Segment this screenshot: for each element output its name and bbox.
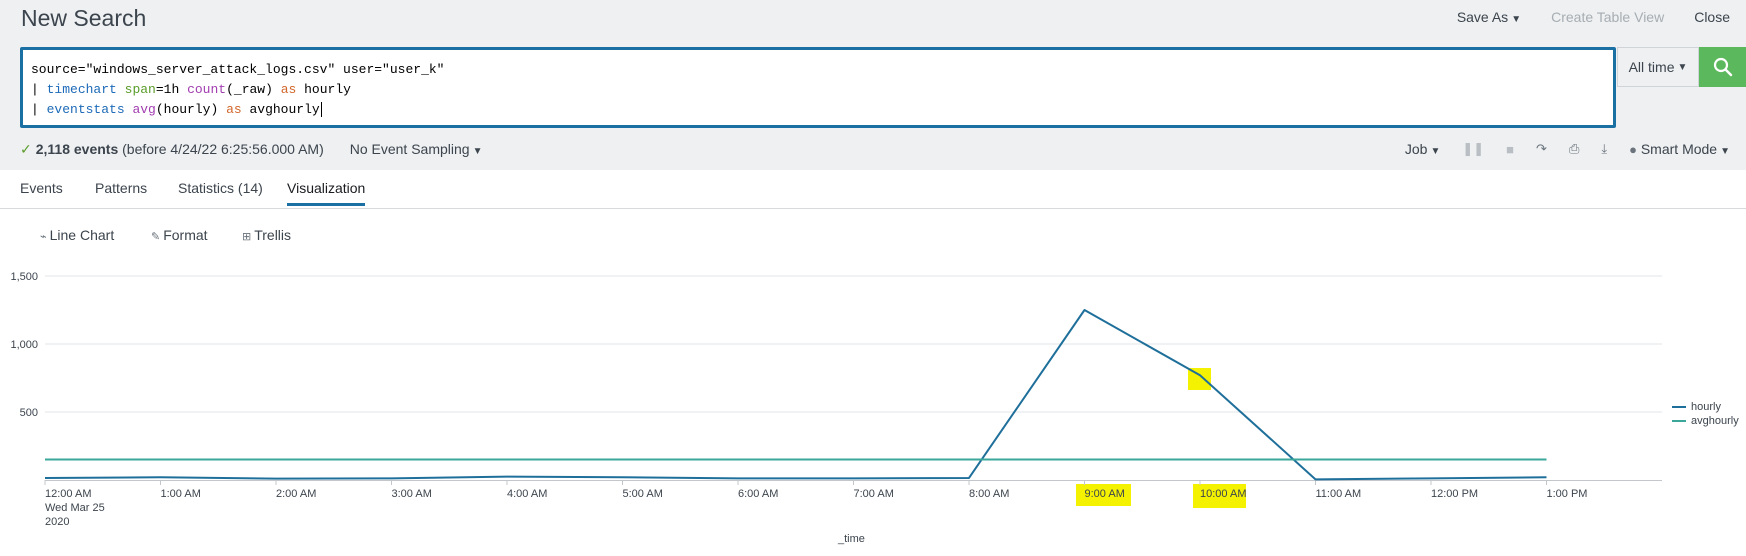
legend-item-avghourly[interactable]: avghourly: [1672, 414, 1739, 428]
query-source: source="windows_server_attack_logs.csv" …: [31, 62, 445, 77]
x-tick-label: 2:00 AM: [276, 488, 316, 500]
text-cursor: [320, 102, 322, 117]
alias-hourly: hourly: [296, 82, 351, 97]
legend-swatch: [1672, 420, 1686, 422]
trellis-label: Trellis: [254, 227, 292, 243]
search-query-editor[interactable]: source="windows_server_attack_logs.csv" …: [20, 47, 1616, 128]
caret-down-icon: ▼: [1430, 146, 1441, 157]
caret-down-icon: ▼: [1511, 14, 1522, 25]
function-count: count: [187, 82, 227, 97]
time-range-label: All time: [1628, 59, 1675, 75]
arg-span: span: [124, 82, 156, 97]
x-tick-label: 10:00 AM: [1200, 488, 1246, 500]
y-tick-label: 1,000: [10, 339, 38, 351]
pipe: |: [31, 82, 47, 97]
x-tick-label: 1:00 PM: [1547, 488, 1588, 500]
stop-icon[interactable]: ■: [1506, 142, 1514, 157]
query-line-3: | eventstats avg(hourly) as avghourly: [31, 100, 1605, 120]
events-summary: ✓ 2,118 events (before 4/24/22 6:25:56.00…: [20, 141, 324, 158]
events-detail: (before 4/24/22 6:25:56.000 AM): [122, 141, 324, 157]
job-toolbar: Job ▼ ❚❚ ■ ↷ ⎙ ⤓ ● Smart Mode ▼: [1405, 141, 1730, 157]
legend-label: avghourly: [1691, 415, 1739, 427]
caret-down-icon: ▼: [1720, 146, 1730, 157]
format-label: Format: [163, 227, 208, 243]
chart-type-menu[interactable]: ⌁ Line Chart: [40, 227, 114, 243]
export-icon[interactable]: ⤓: [1601, 141, 1607, 157]
close-link[interactable]: Close: [1694, 9, 1730, 25]
arg-value: =1h: [155, 82, 188, 97]
command-timechart: timechart: [46, 82, 117, 97]
legend-item-hourly[interactable]: hourly: [1672, 400, 1739, 414]
bulb-icon: ●: [1629, 142, 1637, 157]
save-as-menu[interactable]: Save As ▼: [1457, 9, 1521, 25]
legend-label: hourly: [1691, 401, 1721, 413]
query-line-2: | timechart span=1h count(_raw) as hourl…: [31, 80, 1605, 100]
x-axis-title: _time: [838, 533, 865, 545]
x-tick-label: 6:00 AM: [738, 488, 778, 500]
command-eventstats: eventstats: [46, 102, 125, 117]
job-menu[interactable]: Job ▼: [1405, 141, 1440, 157]
format-menu[interactable]: ✎ Format: [151, 227, 208, 243]
event-sampling-label: No Event Sampling: [349, 141, 470, 157]
series-line-hourly: [44, 309, 1547, 481]
job-label: Job: [1404, 141, 1428, 157]
x-tick-label: 11:00 AM: [1316, 488, 1362, 500]
x-tick-label: 5:00 AM: [623, 488, 663, 500]
tab-statistics[interactable]: Statistics (14): [178, 180, 263, 205]
search-button[interactable]: [1699, 47, 1746, 87]
x-tick-label: 9:00 AM: [1085, 488, 1125, 500]
y-tick-label: 500: [20, 407, 38, 419]
function-avg: avg: [132, 102, 156, 117]
tab-events[interactable]: Events: [20, 180, 63, 205]
legend-swatch: [1672, 406, 1686, 408]
x-tick-label: 1:00 AM: [161, 488, 201, 500]
tab-patterns[interactable]: Patterns: [95, 180, 147, 205]
page-title: New Search: [21, 5, 147, 31]
x-date-sublabel: 2020: [45, 516, 69, 528]
search-mode-menu[interactable]: ● Smart Mode ▼: [1629, 141, 1730, 157]
line-chart: 500 1,000 1,500 12:00 AM 1:00 AM 2:00 AM 3:00 …: [10, 271, 1662, 528]
query-line-1: source="windows_server_attack_logs.csv" …: [31, 60, 1605, 80]
keyword-as: as: [280, 82, 297, 97]
search-mode-label: Smart Mode: [1640, 141, 1718, 157]
trellis-menu[interactable]: ⊞ Trellis: [242, 227, 291, 243]
x-tick-label: 7:00 AM: [854, 488, 894, 500]
search-status: ✓ 2,118 events (before 4/24/22 6:25:56.00…: [20, 141, 482, 158]
results-tabs: Events Patterns Statistics (14) Visualiz…: [0, 170, 1746, 209]
chart-type-label: Line Chart: [49, 227, 115, 243]
checkmark-icon: ✓: [20, 141, 32, 157]
x-date-sublabel: Wed Mar 25: [45, 502, 105, 514]
pencil-icon: ✎: [151, 231, 161, 243]
keyword-as: as: [226, 102, 242, 117]
print-icon[interactable]: ⎙: [1569, 141, 1579, 157]
create-table-view-link[interactable]: Create Table View: [1551, 9, 1664, 25]
pipe: |: [31, 102, 47, 117]
caret-down-icon: ▼: [472, 146, 483, 157]
grid-icon: ⊞: [242, 231, 252, 243]
caret-down-icon: ▼: [1677, 61, 1688, 73]
x-tick-label: 8:00 AM: [969, 488, 1009, 500]
events-count: 2,118 events: [35, 141, 119, 157]
time-range-picker[interactable]: All time ▼: [1617, 47, 1699, 87]
x-tick-label: 3:00 AM: [392, 488, 432, 500]
share-icon[interactable]: ↷: [1536, 141, 1547, 157]
save-as-label: Save As: [1456, 9, 1509, 25]
search-icon: [1713, 57, 1732, 77]
pause-icon[interactable]: ❚❚: [1462, 141, 1484, 157]
chart-legend: hourly avghourly: [1672, 400, 1739, 428]
x-tick-label: 4:00 AM: [507, 488, 547, 500]
function-arg: (_raw): [226, 82, 281, 97]
x-tick-label: 12:00 AM: [45, 488, 91, 500]
line-chart-icon: ⌁: [40, 231, 47, 243]
alias-avghourly: avghourly: [241, 102, 320, 117]
top-actions: Save As ▼ Create Table View Close: [1457, 9, 1730, 25]
function-arg: (hourly): [155, 102, 227, 117]
event-sampling-menu[interactable]: No Event Sampling ▼: [350, 141, 483, 158]
y-tick-label: 1,500: [10, 271, 38, 283]
x-tick-label: 12:00 PM: [1431, 488, 1478, 500]
tab-visualization[interactable]: Visualization: [287, 180, 366, 206]
